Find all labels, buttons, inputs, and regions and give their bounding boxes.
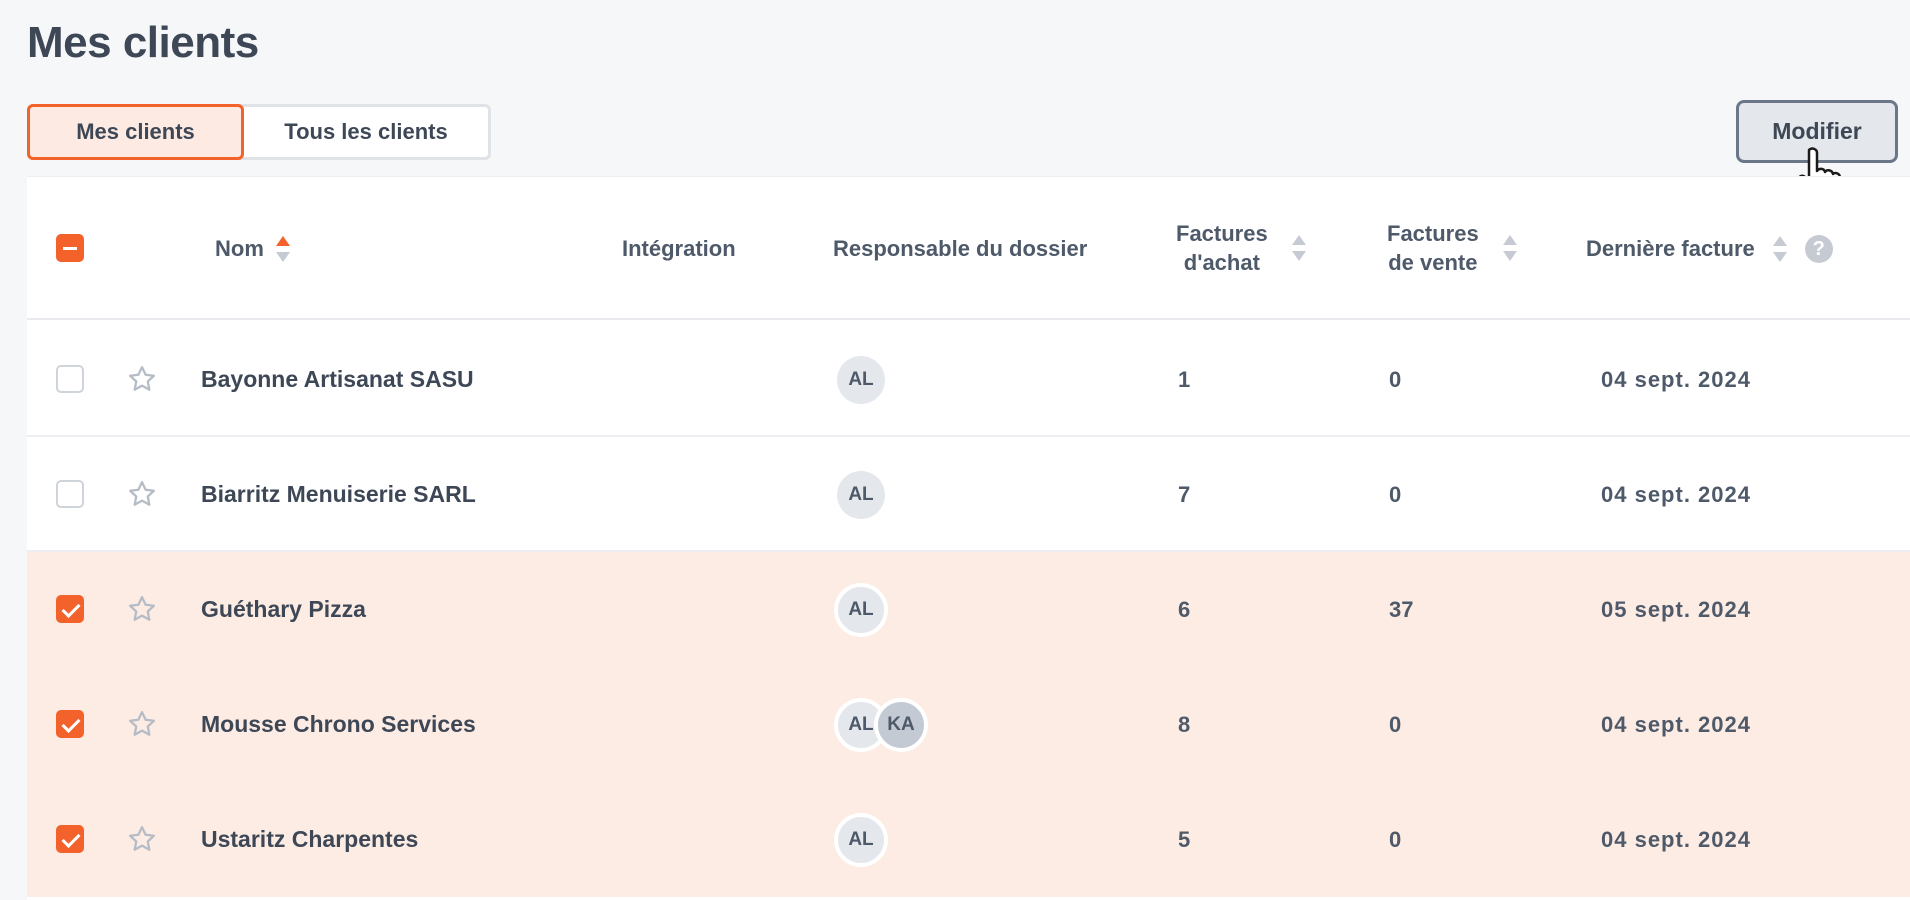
page-title: Mes clients [27,18,259,67]
clients-table: Nom Intégration Responsable du dossier F… [27,176,1910,900]
row-checkbox[interactable] [56,365,84,393]
sales-count: 0 [1389,826,1402,852]
client-name[interactable]: Biarritz Menuiserie SARL [201,437,476,552]
column-integration: Intégration [622,236,736,261]
table-row[interactable]: Bayonne Artisanat SASU AL 1 0 04 sept. 2… [27,322,1910,437]
tab-all-clients[interactable]: Tous les clients [244,107,488,157]
table-header: Nom Intégration Responsable du dossier F… [27,177,1910,320]
avatar: AL [837,471,885,519]
column-name[interactable]: Nom [215,234,290,264]
column-purchase-label-line2: d'achat [1183,250,1260,275]
client-name[interactable]: Guéthary Pizza [201,552,366,667]
star-icon[interactable] [127,479,157,509]
column-owner: Responsable du dossier [833,236,1088,261]
avatar: KA [874,698,928,752]
purchase-count: 1 [1178,366,1191,392]
purchase-count: 8 [1178,711,1191,737]
sales-count: 37 [1389,596,1414,622]
owner-avatars: AL KA [834,698,928,752]
table-row[interactable]: Guéthary Pizza AL 6 37 05 sept. 2024 [27,552,1910,667]
row-checkbox[interactable] [56,480,84,508]
sort-icon[interactable] [1502,235,1517,261]
purchase-count: 5 [1178,826,1191,852]
column-sales-label-line1: Factures [1387,221,1479,246]
star-icon[interactable] [127,709,157,739]
owner-avatars: AL [837,356,885,404]
star-icon[interactable] [127,594,157,624]
row-checkbox[interactable] [56,825,84,853]
client-name[interactable]: Bayonne Artisanat SASU [201,322,474,437]
last-invoice-date: 05 sept. 2024 [1601,596,1751,622]
column-last-invoice-label: Dernière facture [1586,236,1755,261]
owner-avatars: AL [834,583,888,637]
select-all-checkbox[interactable] [56,234,84,262]
table-row[interactable]: Ustaritz Charpentes AL 5 0 04 sept. 2024 [27,782,1910,897]
owner-avatars: AL [834,813,888,867]
client-name[interactable]: Mousse Chrono Services [201,667,476,782]
column-sales-invoices[interactable]: Factures de vente [1387,219,1517,277]
last-invoice-date: 04 sept. 2024 [1601,711,1751,737]
column-last-invoice[interactable]: Dernière facture ? [1586,234,1833,264]
column-name-label: Nom [215,236,264,261]
sales-count: 0 [1389,366,1402,392]
help-icon[interactable]: ? [1804,235,1833,263]
tab-my-clients[interactable]: Mes clients [27,104,244,160]
last-invoice-date: 04 sept. 2024 [1601,366,1751,392]
column-purchase-label-line1: Factures [1176,221,1268,246]
owner-avatars: AL [837,471,885,519]
sort-icon[interactable] [1291,235,1306,261]
star-icon[interactable] [127,824,157,854]
row-checkbox[interactable] [56,710,84,738]
sort-icon[interactable] [1772,236,1787,262]
last-invoice-date: 04 sept. 2024 [1601,826,1751,852]
table-row[interactable]: Biarritz Menuiserie SARL AL 7 0 04 sept.… [27,437,1910,552]
avatar: AL [837,356,885,404]
avatar: AL [834,813,888,867]
column-sales-label-line2: de vente [1388,250,1478,275]
star-icon[interactable] [127,364,157,394]
table-row[interactable]: Mousse Chrono Services AL KA 8 0 04 sept… [27,667,1910,782]
sales-count: 0 [1389,481,1402,507]
client-scope-toggle: Mes clients Tous les clients [27,104,491,160]
sort-asc-icon[interactable] [275,236,290,262]
row-checkbox[interactable] [56,595,84,623]
purchase-count: 7 [1178,481,1191,507]
last-invoice-date: 04 sept. 2024 [1601,481,1751,507]
sales-count: 0 [1389,711,1402,737]
avatar: AL [834,583,888,637]
column-purchase-invoices[interactable]: Factures d'achat [1176,219,1306,277]
client-name[interactable]: Ustaritz Charpentes [201,782,418,897]
purchase-count: 6 [1178,596,1191,622]
